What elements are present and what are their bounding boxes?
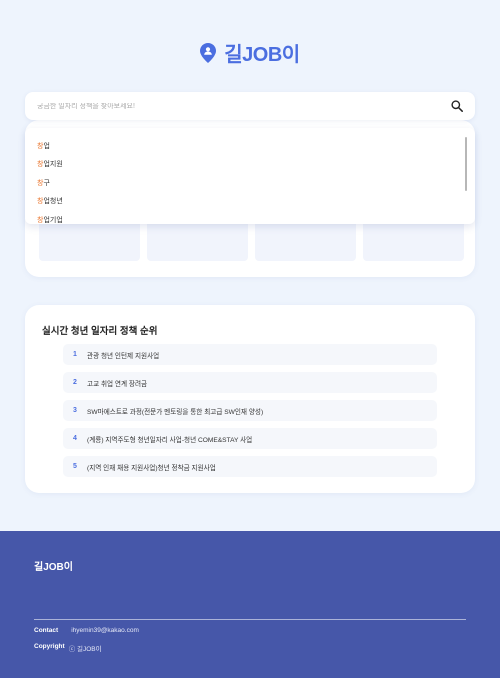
rank-number: 2: [73, 379, 77, 386]
rank-number: 5: [73, 463, 77, 470]
search-input[interactable]: [37, 102, 451, 110]
suggestion-item[interactable]: 창업기업: [37, 212, 475, 224]
rank-label: SW마에스트로 과정(전문가 멘토링을 통한 최고급 SW인재 양성): [87, 408, 264, 416]
search-bar: [25, 92, 475, 120]
policy-card[interactable]: [147, 220, 248, 261]
rank-label: (지역 인재 채용 지원사업)청년 정착금 지원사업: [87, 464, 216, 472]
policy-card[interactable]: [255, 220, 356, 261]
policy-card[interactable]: [39, 220, 140, 261]
suggestion-rest: 업청년: [43, 198, 63, 206]
ranking-item[interactable]: 4 (계룡) 지역주도형 청년일자리 사업-청년 COME&STAY 사업: [63, 428, 437, 449]
site-logo[interactable]: 길JOB이: [224, 38, 300, 67]
footer-copyright: Copyright ⓒ 길JOB이: [34, 643, 102, 653]
suggestion-rest: 업: [43, 143, 50, 150]
site-footer: 길JOB이 Contact ihyemin39@kakao.com Copyri…: [0, 531, 500, 678]
footer-divider: [34, 619, 466, 620]
rank-number: 4: [73, 435, 77, 442]
footer-logo: 길JOB이: [34, 562, 73, 573]
search-suggestions: 창업 창업지원 창구 창업청년 창업기업: [25, 128, 475, 224]
dropdown-scrollbar[interactable]: [465, 137, 467, 191]
suggestion-item[interactable]: 창구: [37, 175, 475, 193]
copyright-label: Copyright: [34, 643, 65, 650]
contact-email: ihyemin39@kakao.com: [71, 627, 139, 634]
rank-number: 1: [73, 351, 77, 358]
suggestion-item[interactable]: 창업청년: [37, 193, 475, 211]
ranking-item[interactable]: 1 관광 청년 인턴제 지원사업: [63, 344, 437, 365]
ranking-item[interactable]: 3 SW마에스트로 과정(전문가 멘토링을 통한 최고급 SW인재 양성): [63, 400, 437, 421]
realtime-ranking-panel: 실시간 청년 일자리 정책 순위 1 관광 청년 인턴제 지원사업 2 고교 취…: [25, 305, 475, 493]
suggestion-rest: 구: [43, 179, 50, 187]
contact-label: Contact: [34, 627, 59, 634]
footer-contact: Contact ihyemin39@kakao.com: [34, 627, 139, 634]
suggestion-rest: 업지원: [43, 161, 63, 169]
suggestion-item[interactable]: 창업지원: [37, 156, 475, 174]
location-pin-icon: [200, 42, 217, 63]
copyright-text: ⓒ 길JOB이: [68, 646, 102, 653]
suggestion-item[interactable]: 창업: [37, 138, 475, 156]
site-header: 길JOB이: [0, 38, 500, 67]
rank-label: 고교 취업 연계 장려금: [87, 380, 148, 388]
ranking-item[interactable]: 5 (지역 인재 채용 지원사업)청년 정착금 지원사업: [63, 456, 437, 477]
ranking-item[interactable]: 2 고교 취업 연계 장려금: [63, 372, 437, 393]
suggestion-rest: 업기업: [43, 216, 63, 224]
ranking-list: 1 관광 청년 인턴제 지원사업 2 고교 취업 연계 장려금 3 SW마에스트…: [63, 344, 437, 484]
search-icon[interactable]: [451, 100, 463, 112]
policy-card[interactable]: [363, 220, 464, 261]
rank-label: (계룡) 지역주도형 청년일자리 사업-청년 COME&STAY 사업: [87, 436, 253, 444]
rank-label: 관광 청년 인턴제 지원사업: [87, 352, 160, 360]
ranking-title: 실시간 청년 일자리 정책 순위: [42, 326, 158, 337]
rank-number: 3: [73, 407, 77, 414]
